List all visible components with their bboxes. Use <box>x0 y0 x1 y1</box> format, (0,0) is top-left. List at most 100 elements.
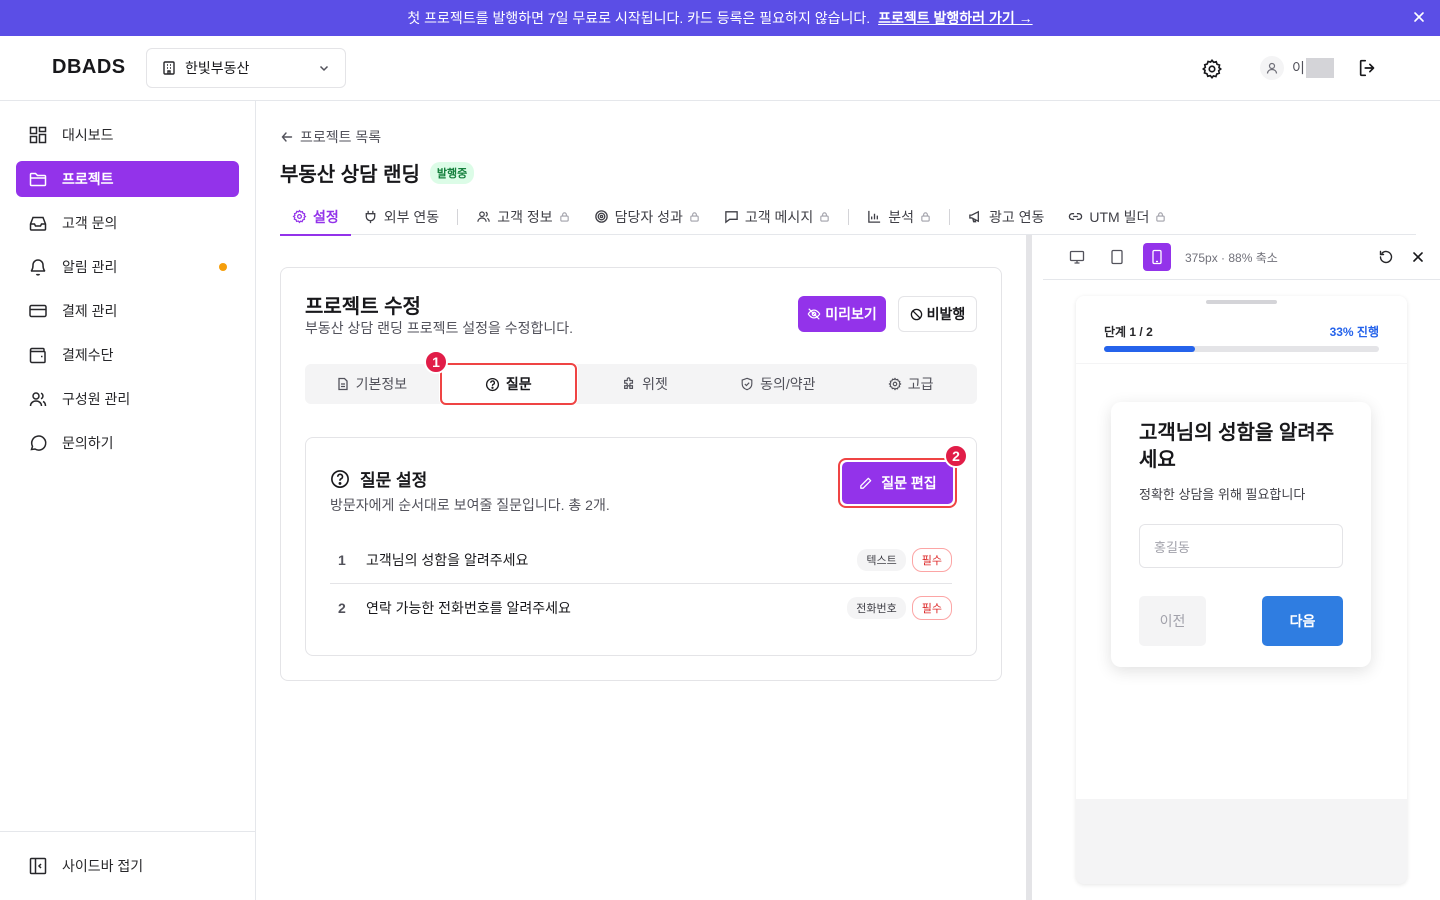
mobile-preview-frame: 단계 1 / 2 33% 진행 고객님의 성함을 알려주세요 정확한 상담을 위… <box>1076 296 1407 884</box>
name-input[interactable]: 홍길동 <box>1139 524 1343 568</box>
shield-check-icon <box>740 377 754 391</box>
sidebar-item-label: 구성원 관리 <box>62 391 131 407</box>
question-number: 1 <box>338 552 346 568</box>
tab-customer-messages[interactable]: 고객 메시지 <box>712 199 842 235</box>
tab-divider <box>948 208 950 225</box>
link-icon <box>1068 209 1083 224</box>
banner-link[interactable]: 프로젝트 발행하러 가기 → <box>878 8 1032 28</box>
lock-icon <box>1155 211 1166 222</box>
editor-subtitle: 부동산 상담 랜딩 프로젝트 설정을 수정합니다. <box>305 320 574 336</box>
sidebar-item-label: 프로젝트 <box>62 171 114 187</box>
mobile-view-button[interactable] <box>1143 243 1171 271</box>
next-button[interactable]: 다음 <box>1262 596 1343 646</box>
credit-card-icon <box>28 301 48 321</box>
progress-bar <box>1104 346 1379 352</box>
close-icon[interactable] <box>1412 10 1426 24</box>
avatar[interactable] <box>1260 56 1284 80</box>
pencil-icon <box>858 476 873 491</box>
question-row[interactable]: 1 고객님의 성함을 알려주세요 텍스트 필수 <box>330 537 952 584</box>
close-icon[interactable] <box>1411 250 1425 264</box>
tab-settings[interactable]: 설정 <box>280 199 351 236</box>
tab-analytics[interactable]: 분석 <box>855 199 943 235</box>
desktop-view-button[interactable] <box>1063 243 1091 271</box>
lock-icon <box>920 211 931 222</box>
tab-agent-performance[interactable]: 담당자 성과 <box>582 199 712 235</box>
tab-basic-info[interactable]: 기본정보 <box>305 364 438 404</box>
sidebar-item-payment-method[interactable]: 결제수단 <box>16 337 239 373</box>
question-text: 고객님의 성함을 알려주세요 <box>366 552 529 568</box>
sidebar-item-projects[interactable]: 프로젝트 <box>16 161 239 197</box>
sidebar-item-alerts[interactable]: 알림 관리 <box>16 249 239 285</box>
promo-banner: 첫 프로젝트를 발행하면 7일 무료로 시작됩니다. 카드 등록은 필요하지 않… <box>0 0 1440 36</box>
tab-label: 담당자 성과 <box>614 208 683 225</box>
step-marker-2: 2 <box>944 444 968 468</box>
lock-icon <box>819 211 830 222</box>
tab-divider <box>848 208 850 225</box>
tab-integrations[interactable]: 외부 연동 <box>351 199 451 235</box>
sidebar-item-inquiries[interactable]: 고객 문의 <box>16 205 239 241</box>
redacted-name <box>1305 58 1334 78</box>
edit-questions-button[interactable]: 질문 편집 <box>842 462 953 504</box>
refresh-icon[interactable] <box>1378 249 1394 265</box>
tab-questions[interactable]: 질문 <box>439 363 577 405</box>
sidebar-item-billing[interactable]: 결제 관리 <box>16 293 239 329</box>
main-content: 프로젝트 목록 부동산 상담 랜딩 발행중 설정 외부 연동 고객 정보 담당자… <box>256 101 1440 900</box>
help-circle-icon <box>485 377 500 392</box>
user-name[interactable]: 이 <box>1292 58 1334 78</box>
editor-section-tabs: 기본정보 질문 위젯 동의/약관 고급 <box>305 363 977 405</box>
building-icon <box>161 60 177 76</box>
back-to-projects-link[interactable]: 프로젝트 목록 <box>280 127 381 147</box>
question-card: 고객님의 성함을 알려주세요 정확한 상담을 위해 필요합니다 홍길동 이전 다… <box>1111 402 1371 667</box>
tab-utm-builder[interactable]: UTM 빌더 <box>1056 199 1178 235</box>
prev-button[interactable]: 이전 <box>1139 596 1206 646</box>
editor-title: 프로젝트 수정 <box>305 296 421 318</box>
section-heading: 질문 설정 <box>330 466 427 491</box>
status-badge: 발행중 <box>429 161 475 184</box>
collapse-sidebar-button[interactable]: 사이드바 접기 <box>16 848 239 884</box>
edit-label: 질문 편집 <box>881 475 937 491</box>
puzzle-icon <box>622 377 636 391</box>
tab-advanced[interactable]: 고급 <box>844 364 977 404</box>
tab-label: 분석 <box>888 208 914 225</box>
resize-handle[interactable] <box>1026 235 1032 900</box>
question-row[interactable]: 2 연락 가능한 전화번호를 알려주세요 전화번호 필수 <box>330 584 952 631</box>
tablet-view-button[interactable] <box>1103 243 1131 271</box>
question-heading: 고객님의 성함을 알려주세요 <box>1139 422 1335 471</box>
tab-widget[interactable]: 위젯 <box>579 364 712 404</box>
sidebar-item-contact[interactable]: 문의하기 <box>16 425 239 461</box>
gear-icon[interactable] <box>1201 58 1223 80</box>
logo[interactable]: DBADS <box>52 56 126 79</box>
plug-icon <box>363 209 378 224</box>
progress-percent: 33% 진행 <box>1329 325 1379 339</box>
bar-chart-icon <box>867 209 882 224</box>
back-label: 프로젝트 목록 <box>300 129 382 145</box>
unpublish-button[interactable]: 비발행 <box>898 296 977 332</box>
preview-label: 미리보기 <box>825 306 877 322</box>
message-circle-icon <box>28 433 48 453</box>
tab-label: 광고 연동 <box>988 208 1045 225</box>
sidebar-item-label: 결제수단 <box>62 347 114 363</box>
page-title: 부동산 상담 랜딩 <box>280 164 420 186</box>
question-settings-panel: 질문 설정 방문자에게 순서대로 보여줄 질문입니다. 총 2개. 질문 편집 … <box>305 437 977 656</box>
tab-consent[interactable]: 동의/약관 <box>711 364 844 404</box>
sidebar-item-label: 대시보드 <box>62 127 114 143</box>
project-tabs: 설정 외부 연동 고객 정보 담당자 성과 고객 메시지 분석 광고 연동 UT… <box>280 199 1416 236</box>
org-select[interactable]: 한빛부동산 <box>146 48 346 88</box>
preview-button[interactable]: 미리보기 <box>798 296 886 332</box>
lock-icon <box>689 211 700 222</box>
sidebar-item-members[interactable]: 구성원 관리 <box>16 381 239 417</box>
question-text: 연락 가능한 전화번호를 알려주세요 <box>366 599 571 616</box>
sidebar-footer: 사이드바 접기 <box>0 831 255 900</box>
eye-off-icon <box>807 307 821 321</box>
lock-icon <box>559 211 570 222</box>
org-name: 한빛부동산 <box>185 60 250 76</box>
divider <box>1076 363 1407 364</box>
arrow-left-icon <box>280 130 294 144</box>
target-icon <box>594 209 609 224</box>
logout-icon[interactable] <box>1357 57 1379 79</box>
sidebar-item-dashboard[interactable]: 대시보드 <box>16 117 239 153</box>
segment-label: 고급 <box>907 376 934 392</box>
users-icon <box>476 209 491 224</box>
tab-ad-integration[interactable]: 광고 연동 <box>956 199 1056 235</box>
tab-customer-info[interactable]: 고객 정보 <box>464 199 581 235</box>
